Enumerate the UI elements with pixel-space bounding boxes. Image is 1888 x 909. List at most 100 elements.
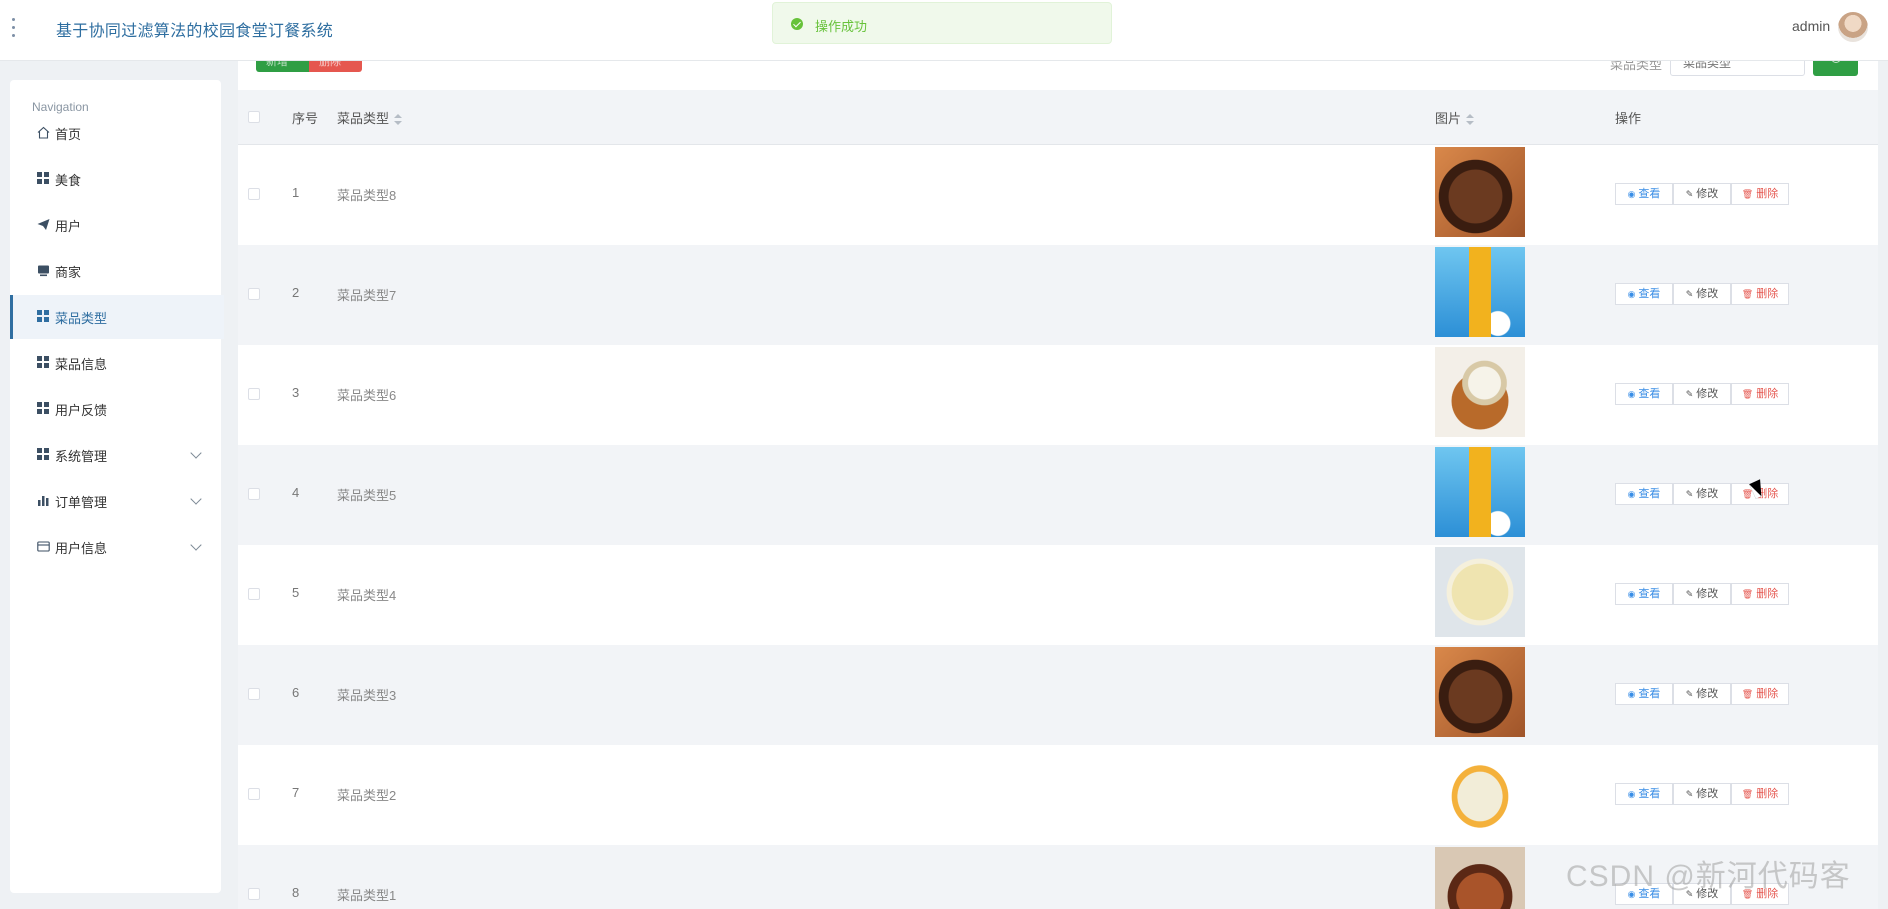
row-checkbox[interactable] — [248, 488, 260, 500]
batch-delete-button[interactable]: 删除 — [309, 60, 362, 72]
cell-index: 4 — [292, 485, 300, 500]
column-header-label: 菜品类型 — [337, 111, 390, 126]
sidebar-item-system[interactable]: 系统管理 — [10, 433, 221, 477]
sidebar-item-orders[interactable]: 订单管理 — [10, 479, 221, 523]
sidebar: Navigation 首页 美食 用户 商家 菜品类型 菜品信息 用户反馈 系统… — [10, 80, 224, 893]
edit-button-label: 修改 — [1696, 588, 1719, 600]
view-button-label: 查看 — [1638, 488, 1661, 500]
view-button[interactable]: ◉ 查看 — [1615, 283, 1673, 305]
avatar[interactable] — [1838, 12, 1868, 42]
sidebar-item-merchants[interactable]: 商家 — [10, 249, 221, 293]
eye-icon: ◉ — [1627, 489, 1636, 499]
row-checkbox[interactable] — [248, 288, 260, 300]
view-button[interactable]: ◉ 查看 — [1615, 583, 1673, 605]
sidebar-item-food[interactable]: 美食 — [10, 157, 221, 201]
dish-image — [1435, 547, 1525, 637]
row-checkbox[interactable] — [248, 588, 260, 600]
edit-button[interactable]: ✎ 修改 — [1673, 283, 1731, 305]
table-row: 6 菜品类型3 ◉ 查看 ✎ 修改 🗑 删除 — [238, 645, 1878, 745]
sidebar-item-label: 首页 — [55, 127, 82, 142]
sidebar-item-home[interactable]: 首页 — [10, 111, 221, 155]
sort-icon[interactable] — [1466, 113, 1475, 126]
search-field[interactable] — [1670, 60, 1805, 76]
edit-button[interactable]: ✎ 修改 — [1673, 583, 1731, 605]
sort-icon[interactable] — [394, 113, 403, 126]
menu-toggle-icon[interactable] — [12, 17, 38, 39]
delete-button[interactable]: 🗑 删除 — [1731, 283, 1789, 305]
cell-index: 3 — [292, 385, 300, 400]
bar-chart-icon — [38, 496, 49, 506]
view-button-label: 查看 — [1638, 588, 1661, 600]
column-header-type[interactable]: 菜品类型 — [337, 108, 403, 127]
delete-button[interactable]: 🗑 删除 — [1731, 583, 1789, 605]
view-button-label: 查看 — [1638, 788, 1661, 800]
sidebar-item-label: 用户反馈 — [55, 403, 108, 418]
sidebar-item-users[interactable]: 用户 — [10, 203, 221, 247]
edit-button[interactable]: ✎ 修改 — [1673, 783, 1731, 805]
edit-button-label: 修改 — [1696, 688, 1719, 700]
cell-dish-type: 菜品类型1 — [337, 888, 397, 903]
sidebar-item-label: 菜品信息 — [55, 357, 108, 372]
chevron-down-icon — [190, 447, 202, 459]
edit-button-label: 修改 — [1696, 388, 1719, 400]
delete-button[interactable]: 🗑 删除 — [1731, 683, 1789, 705]
eye-icon: ◉ — [1627, 389, 1636, 399]
view-button[interactable]: ◉ 查看 — [1615, 183, 1673, 205]
grid-icon — [37, 356, 50, 369]
table-row: 3 菜品类型6 ◉ 查看 ✎ 修改 🗑 删除 — [238, 345, 1878, 445]
sidebar-item-feedback[interactable]: 用户反馈 — [10, 387, 221, 431]
delete-button-label: 删除 — [1756, 688, 1779, 700]
edit-button[interactable]: ✎ 修改 — [1673, 483, 1731, 505]
sidebar-item-user-info[interactable]: 用户信息 — [10, 525, 221, 569]
edit-icon: ✎ — [1685, 589, 1694, 599]
delete-button[interactable]: 🗑 删除 — [1731, 383, 1789, 405]
eye-icon: ◉ — [1627, 789, 1636, 799]
sidebar-item-dish-type[interactable]: 菜品类型 — [10, 295, 224, 339]
dish-image — [1435, 647, 1525, 737]
view-button-label: 查看 — [1638, 188, 1661, 200]
row-checkbox[interactable] — [248, 788, 260, 800]
cell-dish-type: 菜品类型2 — [337, 788, 397, 803]
chevron-down-icon — [190, 493, 202, 505]
edit-button-label: 修改 — [1696, 288, 1719, 300]
edit-button-label: 修改 — [1696, 788, 1719, 800]
user-name[interactable]: admin — [1792, 18, 1830, 34]
sidebar-item-label: 用户 — [55, 219, 82, 234]
edit-button[interactable]: ✎ 修改 — [1673, 383, 1731, 405]
check-circle-icon — [791, 18, 803, 30]
row-checkbox[interactable] — [248, 388, 260, 400]
home-icon — [37, 126, 50, 139]
view-button-label: 查看 — [1638, 688, 1661, 700]
sidebar-item-dish-info[interactable]: 菜品信息 — [10, 341, 221, 385]
cell-dish-type: 菜品类型6 — [337, 388, 397, 403]
edit-button[interactable]: ✎ 修改 — [1673, 683, 1731, 705]
select-all-checkbox[interactable] — [248, 111, 260, 123]
search-button[interactable] — [1813, 60, 1858, 76]
column-header-index: 序号 — [292, 111, 319, 126]
view-button[interactable]: ◉ 查看 — [1615, 483, 1673, 505]
trash-icon: 🗑 — [1741, 689, 1754, 699]
table-header: 序号 菜品类型 图片 操作 — [238, 90, 1878, 145]
view-button[interactable]: ◉ 查看 — [1615, 383, 1673, 405]
view-button[interactable]: ◉ 查看 — [1615, 683, 1673, 705]
row-checkbox[interactable] — [248, 188, 260, 200]
cell-dish-type: 菜品类型7 — [337, 288, 397, 303]
delete-button[interactable]: 🗑 删除 — [1731, 183, 1789, 205]
edit-button[interactable]: ✎ 修改 — [1673, 183, 1731, 205]
view-button[interactable]: ◉ 查看 — [1615, 783, 1673, 805]
search-input[interactable] — [1681, 60, 1795, 71]
trash-icon: 🗑 — [1741, 789, 1754, 799]
cell-dish-type: 菜品类型3 — [337, 688, 397, 703]
view-button-label: 查看 — [1638, 288, 1661, 300]
cell-dish-type: 菜品类型8 — [337, 188, 397, 203]
row-checkbox[interactable] — [248, 688, 260, 700]
row-checkbox[interactable] — [248, 888, 260, 900]
add-button[interactable]: 新增 — [256, 60, 309, 72]
trash-icon: 🗑 — [1741, 589, 1754, 599]
column-header-image[interactable]: 图片 — [1435, 108, 1475, 127]
search-label: 菜品类型 — [1610, 60, 1663, 72]
column-header-actions: 操作 — [1615, 111, 1642, 126]
eye-icon: ◉ — [1627, 289, 1636, 299]
delete-button[interactable]: 🗑 删除 — [1731, 783, 1789, 805]
cell-index: 5 — [292, 585, 300, 600]
